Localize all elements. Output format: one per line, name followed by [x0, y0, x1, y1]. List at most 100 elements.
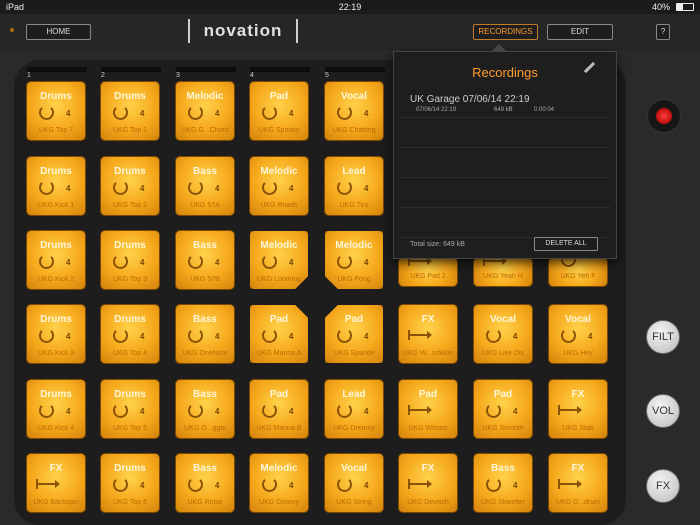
pad[interactable]: Drums 4 UKG Top 1 [101, 82, 159, 140]
home-button[interactable]: HOME [26, 24, 91, 40]
pad-bar-count: 4 [364, 481, 369, 490]
pad-bar-count: 4 [588, 332, 593, 341]
one-shot-icon [408, 405, 432, 415]
pad[interactable]: Drums 4 UKG Top 6 [101, 454, 159, 512]
pad[interactable]: FX UKG Backspin [27, 454, 85, 512]
pad[interactable]: FX UKG W...ssWoo [399, 305, 457, 363]
pad[interactable]: Drums 4 UKG Kick 3 [27, 305, 85, 363]
pad-type-label: Drums [114, 389, 146, 400]
pad[interactable]: Bass 4 UKG O...ggio [176, 380, 234, 438]
pad-bar-count: 4 [289, 407, 294, 416]
volume-button[interactable]: VOL [646, 394, 680, 428]
loop-icon [337, 328, 352, 343]
pad[interactable]: Melodic 4 UKG Roads [250, 157, 308, 215]
pad-type-label: Drums [114, 463, 146, 474]
pad[interactable]: Drums 4 UKG Top 2 [101, 157, 159, 215]
pad[interactable]: UKG Yeah H [474, 258, 532, 286]
recordings-button[interactable]: RECORDINGS [473, 24, 538, 40]
pad-bar-count: 4 [215, 109, 220, 118]
pad[interactable]: Pad 4 UKG Spooky [250, 82, 308, 140]
pad-bar-count: 4 [364, 109, 369, 118]
column-number: 2 [101, 72, 105, 79]
pad-type-label: Pad [269, 389, 289, 400]
pad[interactable]: Bass 4 UKG OneNote [176, 305, 234, 363]
pad[interactable]: Vocal 4 UKG Hey [549, 305, 607, 363]
pad[interactable]: Melodic 4 UKG Groovy [250, 454, 308, 512]
pad[interactable]: Melodic 4 UKG G...Chord [176, 82, 234, 140]
pad[interactable]: Drums 4 UKG Top 4 [101, 305, 159, 363]
column-header-bar [176, 67, 236, 72]
pad-type-label: Lead [342, 389, 366, 400]
pad[interactable]: Bass 4 UKG 57A [176, 157, 234, 215]
pad-sample-name: UKG Tiro [339, 202, 369, 209]
filter-button[interactable]: FILT [646, 320, 680, 354]
pad-type-label: Drums [114, 91, 146, 102]
pad-sample-name: UKG D...drum [556, 499, 600, 506]
loop-icon [337, 403, 352, 418]
pad-bar-count: 4 [66, 407, 71, 416]
pad[interactable]: Bass 4 UKG Rinse [176, 454, 234, 512]
pad[interactable]: Bass 4 UKG Skwelter [474, 454, 532, 512]
pad-sample-name: UKG Top 5 [112, 425, 148, 432]
pad-sample-name: UKG O...ggio [184, 425, 226, 432]
loop-icon [486, 328, 501, 343]
column-number: 3 [176, 72, 180, 79]
recording-duration: 0:00:04 [534, 107, 555, 113]
loop-icon [337, 477, 352, 492]
pad-bar-count: 4 [364, 407, 369, 416]
pad[interactable]: Drums 4 UKG Kick 2 [27, 231, 85, 289]
record-icon [656, 108, 672, 124]
pad[interactable]: FX UKG D...drum [549, 454, 607, 512]
pad[interactable]: Drums 4 UKG Top 5 [101, 380, 159, 438]
delete-all-button[interactable]: DELETE ALL [534, 237, 598, 251]
recordings-popover: Recordings UK Garage 07/06/14 22:19 07/0… [393, 44, 617, 259]
pad[interactable]: Vocal 4 UKG String [325, 454, 383, 512]
loop-icon [39, 403, 54, 418]
pad[interactable]: Melodic 4 UKG Looming [250, 231, 308, 289]
pad[interactable]: FX UKG Stab [549, 380, 607, 438]
fx-button[interactable]: FX [646, 469, 680, 503]
pad[interactable]: Lead 4 UKG Tiro [325, 157, 383, 215]
loop-icon [486, 403, 501, 418]
pad[interactable]: Drums 4 UKG Kick 1 [27, 157, 85, 215]
one-shot-icon [36, 479, 60, 489]
pad-sample-name: UKG OneNote [182, 350, 228, 357]
edit-button[interactable]: EDIT [547, 24, 613, 40]
pad-type-label: Melodic [186, 91, 224, 102]
loop-icon [561, 328, 576, 343]
pad-type-label: Vocal [565, 314, 591, 325]
pad[interactable]: UKG Yeh F [549, 258, 607, 286]
pad[interactable]: Pad UKG Whoirs [399, 380, 457, 438]
pad[interactable]: UKG Pad 2 [399, 258, 457, 286]
pad[interactable]: FX UKG Devilish [399, 454, 457, 512]
pad[interactable]: Pad 4 UKG Marina B [250, 380, 308, 438]
pad-bar-count: 4 [364, 184, 369, 193]
loop-icon [262, 180, 277, 195]
pad[interactable]: Vocal 4 UKG Chatting [325, 82, 383, 140]
pad-sample-name: UKG W...ssWoo [402, 350, 454, 357]
pad-sample-name: UKG Spooky [258, 127, 300, 134]
pad[interactable]: Drums 4 UKG Kick 4 [27, 380, 85, 438]
pad[interactable]: Bass 4 UKG 57B [176, 231, 234, 289]
loop-icon [337, 180, 352, 195]
recording-date: 07/06/14 22:19 [416, 107, 457, 113]
recording-title: UK Garage 07/06/14 22:19 [410, 94, 530, 105]
pad-sample-name: UKG Top 7 [38, 127, 74, 134]
pad[interactable]: Pad 4 UKG Marina A [250, 305, 308, 363]
one-shot-icon [558, 405, 582, 415]
pad[interactable]: Vocal 4 UKG Like Dis [474, 305, 532, 363]
pad[interactable]: Drums 4 UKG Top 7 [27, 82, 85, 140]
pad-bar-count: 4 [140, 109, 145, 118]
pad-type-label: Vocal [490, 314, 516, 325]
column-header-bar [27, 67, 87, 72]
pad[interactable]: Drums 4 UKG Top 3 [101, 231, 159, 289]
help-button[interactable]: ? [656, 24, 670, 40]
pad[interactable]: Pad 4 UKG Smooth [474, 380, 532, 438]
pad-type-label: Vocal [341, 91, 367, 102]
pad[interactable]: Pad 4 UKG Sparkle [325, 305, 383, 363]
pad-type-label: FX [421, 463, 435, 474]
pad-type-label: Pad [493, 389, 513, 400]
pad[interactable]: Lead 4 UKG Dreamy [325, 380, 383, 438]
record-button[interactable] [647, 99, 681, 133]
pad[interactable]: Melodic 4 UKG Pong [325, 231, 383, 289]
